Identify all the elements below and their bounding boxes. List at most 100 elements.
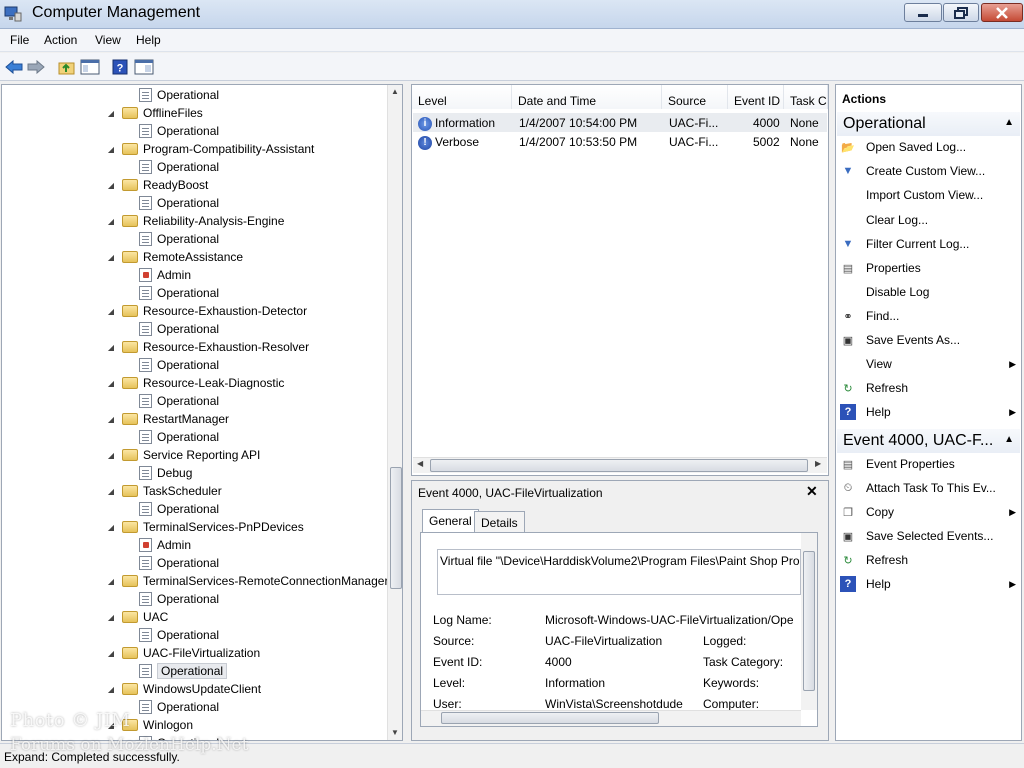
tree-folder-item[interactable]: ◢ TerminalServices-PnPDevices (106, 518, 304, 536)
tree-folder-item[interactable]: ◢ RemoteAssistance (106, 248, 243, 266)
scroll-left-icon[interactable]: ◀ (417, 459, 423, 468)
restore-button[interactable] (943, 3, 979, 22)
close-button[interactable] (981, 3, 1023, 22)
action-item[interactable]: ▤ Properties (840, 258, 1020, 278)
event-description[interactable]: Virtual file "\Device\HarddiskVolume2\Pr… (437, 549, 801, 595)
action-item[interactable]: View ▶ (840, 354, 1020, 374)
tree-folder-item[interactable]: ◢ Resource-Exhaustion-Detector (106, 302, 307, 320)
tree-log-item[interactable]: Operational (139, 86, 219, 104)
tree-folder-item[interactable]: ◢ Resource-Exhaustion-Resolver (106, 338, 309, 356)
tree-vertical-scrollbar[interactable] (387, 85, 402, 740)
column-source[interactable]: Source (662, 85, 728, 109)
expand-collapse-icon[interactable]: ◢ (106, 306, 116, 316)
tree-folder-item[interactable]: ◢ RestartManager (106, 410, 229, 428)
scroll-right-icon[interactable]: ▶ (815, 459, 821, 468)
expand-collapse-icon[interactable]: ◢ (106, 180, 116, 190)
detail-hscroll-thumb[interactable] (441, 712, 659, 724)
tree-folder-item[interactable]: ◢ Resource-Leak-Diagnostic (106, 374, 284, 392)
expand-collapse-icon[interactable]: ◢ (106, 108, 116, 118)
action-item[interactable]: ▣ Save Selected Events... (840, 526, 1020, 546)
column-task-category[interactable]: Task C... (784, 85, 828, 109)
expand-collapse-icon[interactable]: ◢ (106, 450, 116, 460)
tree-folder-item[interactable]: ◢ TaskScheduler (106, 482, 222, 500)
menu-help[interactable]: Help (136, 33, 161, 47)
back-button[interactable] (4, 57, 24, 76)
tree-folder-item[interactable]: ◢ ReadyBoost (106, 176, 208, 194)
menu-view[interactable]: View (95, 33, 121, 47)
tree-log-item[interactable]: Operational (139, 320, 219, 338)
tree-log-item[interactable]: Operational (139, 356, 219, 374)
tree-folder-item[interactable]: ◢ TerminalServices-RemoteConnectionManage… (106, 572, 389, 590)
tree-log-item[interactable]: Operational (139, 158, 219, 176)
action-item[interactable]: ⏲ Attach Task To This Ev... (840, 478, 1020, 498)
expand-collapse-icon[interactable]: ◢ (106, 648, 116, 658)
tree-log-item[interactable]: Operational (139, 500, 219, 518)
action-item[interactable]: ▣ Save Events As... (840, 330, 1020, 350)
detail-vscroll-thumb[interactable] (803, 551, 815, 691)
tree-folder-item[interactable]: ◢ Program-Compatibility-Assistant (106, 140, 314, 158)
expand-collapse-icon[interactable]: ◢ (106, 486, 116, 496)
tree-log-item[interactable]: Operational (139, 698, 219, 716)
expand-collapse-icon[interactable]: ◢ (106, 252, 116, 262)
action-item[interactable]: Disable Log (840, 282, 1020, 302)
expand-collapse-icon[interactable]: ◢ (106, 414, 116, 424)
event-list[interactable]: Level Date and Time Source Event ID Task… (411, 84, 829, 476)
expand-collapse-icon[interactable]: ◢ (106, 612, 116, 622)
event-row[interactable]: ! Verbose 1/4/2007 10:53:50 PM UAC-Fi... … (413, 132, 827, 151)
tree-log-item[interactable]: Operational (139, 626, 219, 644)
action-item[interactable]: ↻ Refresh (840, 378, 1020, 398)
actions-section-header[interactable]: Operational ▲ (837, 112, 1020, 136)
expand-collapse-icon[interactable]: ◢ (106, 144, 116, 154)
help-button[interactable]: ? (110, 57, 130, 76)
show-hide-action-pane-button[interactable] (134, 57, 154, 76)
tree-folder-item[interactable]: ◢ WindowsUpdateClient (106, 680, 261, 698)
action-item[interactable]: ▼ Create Custom View... (840, 161, 1020, 181)
minimize-button[interactable] (904, 3, 942, 22)
forward-button[interactable] (26, 57, 46, 76)
action-item[interactable]: ? Help ▶ (840, 402, 1020, 422)
menu-file[interactable]: File (10, 33, 29, 47)
tree-log-item[interactable]: Admin (139, 536, 191, 554)
collapse-caret-icon[interactable]: ▲ (1004, 117, 1014, 128)
tree-folder-item[interactable]: ◢ OfflineFiles (106, 104, 203, 122)
tree-log-item[interactable]: Debug (139, 464, 192, 482)
expand-collapse-icon[interactable]: ◢ (106, 684, 116, 694)
scroll-up-icon[interactable]: ▲ (391, 87, 399, 96)
collapse-caret-icon[interactable]: ▲ (1004, 434, 1014, 445)
action-item[interactable]: ↻ Refresh (840, 550, 1020, 570)
show-hide-tree-button[interactable] (80, 57, 100, 76)
tree-log-item[interactable]: Operational (139, 590, 219, 608)
scroll-down-icon[interactable]: ▼ (391, 728, 399, 737)
log-tree[interactable]: Operational ◢ OfflineFiles Operational ◢ Prog… (1, 84, 403, 741)
expand-collapse-icon[interactable]: ◢ (106, 522, 116, 532)
action-item[interactable]: 📂 Open Saved Log... (840, 137, 1020, 157)
tree-log-item[interactable]: Admin (139, 266, 191, 284)
tree-folder-item[interactable]: ◢ UAC-FileVirtualization (106, 644, 260, 662)
column-event-id[interactable]: Event ID (728, 85, 784, 109)
tree-log-item[interactable]: Operational (139, 554, 219, 572)
tree-scroll-thumb[interactable] (390, 467, 402, 589)
up-folder-button[interactable] (57, 57, 77, 76)
column-level[interactable]: Level (412, 85, 512, 109)
expand-collapse-icon[interactable]: ◢ (106, 342, 116, 352)
tree-folder-item[interactable]: ◢ UAC (106, 608, 168, 626)
action-item[interactable]: ❐ Copy ▶ (840, 502, 1020, 522)
action-item[interactable]: ? Help ▶ (840, 574, 1020, 594)
action-item[interactable]: ▼ Filter Current Log... (840, 234, 1020, 254)
expand-collapse-icon[interactable]: ◢ (106, 216, 116, 226)
column-date-time[interactable]: Date and Time (512, 85, 662, 109)
expand-collapse-icon[interactable]: ◢ (106, 378, 116, 388)
expand-collapse-icon[interactable]: ◢ (106, 576, 116, 586)
tab-general[interactable]: General (422, 509, 479, 533)
detail-close-icon[interactable]: ✕ (806, 483, 818, 500)
tree-log-item[interactable]: Operational (139, 122, 219, 140)
tree-log-item[interactable]: Operational (139, 662, 228, 680)
menu-action[interactable]: Action (44, 33, 77, 47)
tree-log-item[interactable]: Operational (139, 284, 219, 302)
tree-log-item[interactable]: Operational (139, 194, 219, 212)
event-list-scroll-thumb[interactable] (430, 459, 808, 472)
actions-section-header[interactable]: Event 4000, UAC-F... ▲ (837, 429, 1020, 453)
tree-log-item[interactable]: Operational (139, 392, 219, 410)
action-item[interactable]: ▤ Event Properties (840, 454, 1020, 474)
tab-details[interactable]: Details (474, 511, 525, 533)
